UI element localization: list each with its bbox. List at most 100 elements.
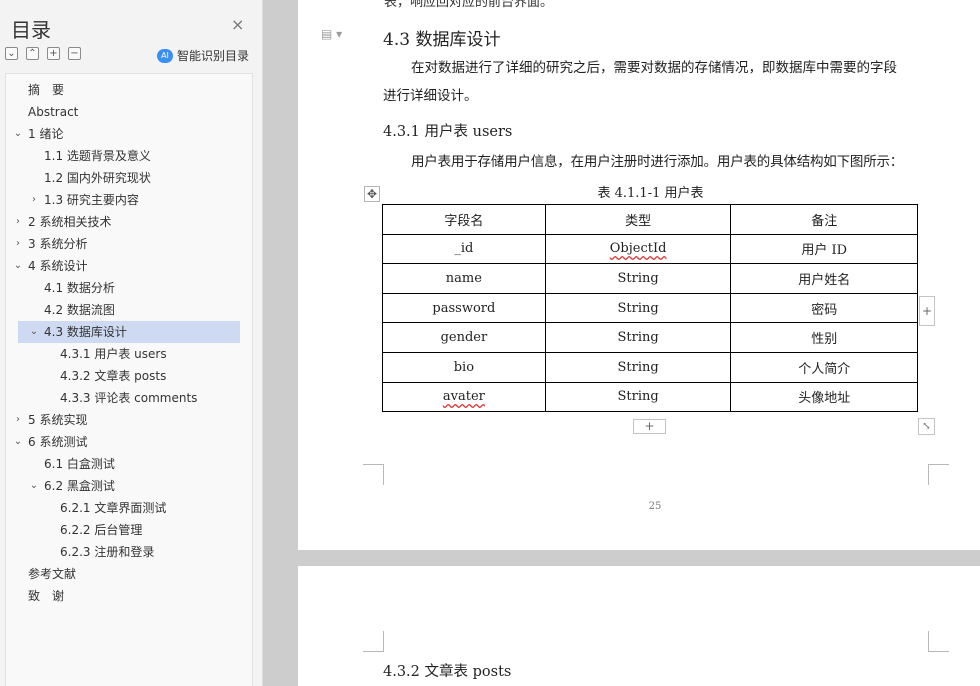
- table-cell[interactable]: 性别: [730, 322, 918, 353]
- table-cell-wrap[interactable]: avater: [382, 381, 546, 413]
- header-field-name[interactable]: 字段名: [382, 204, 546, 235]
- heading-4-3-1: 4.3.1 用户表 users: [383, 124, 513, 140]
- move-icon[interactable]: ✥: [364, 186, 380, 202]
- toc-item-label: 1.3 研究主要内容: [44, 193, 139, 207]
- chevron-down-icon[interactable]: ⌄: [12, 255, 24, 277]
- margin-corner-mark: [928, 631, 949, 652]
- toc-item[interactable]: › 5 系统实现: [16, 409, 240, 431]
- toc-item-label: 6.2.3 注册和登录: [60, 545, 155, 559]
- table-cell[interactable]: 用户 ID: [730, 233, 918, 265]
- toc-item[interactable]: ⌄ 6 系统测试: [14, 431, 240, 453]
- toc-item[interactable]: 6.2.1 文章界面测试: [18, 497, 240, 519]
- toc-item[interactable]: 参考文献: [18, 563, 240, 585]
- toc-item-label: 6.1 白盒测试: [44, 457, 115, 471]
- table-cell-wrap[interactable]: ObjectId: [544, 233, 732, 265]
- toc-title: 目录: [11, 18, 51, 42]
- table-cell[interactable]: 个人简介: [730, 351, 918, 383]
- remove-heading-icon[interactable]: −: [68, 47, 81, 60]
- table-header-row: 字段名 类型 备注: [382, 204, 918, 235]
- toc-item[interactable]: 4.1 数据分析: [18, 277, 240, 299]
- toc-item-label: 致 谢: [28, 589, 65, 603]
- margin-corner-mark: [363, 631, 384, 652]
- header-type[interactable]: 类型: [544, 204, 732, 235]
- table-cell[interactable]: 密码: [730, 292, 918, 324]
- margin-corner-mark: [928, 464, 949, 485]
- toc-item[interactable]: ⌄ 1 绪论: [14, 123, 240, 145]
- doc-menu-icon[interactable]: ▤ ▾: [321, 27, 342, 41]
- toc-item[interactable]: 1.2 国内外研究现状: [18, 167, 240, 189]
- page-number: 25: [648, 501, 662, 512]
- table-cell[interactable]: _id: [382, 233, 546, 265]
- expand-all-icon[interactable]: ⌄: [5, 47, 18, 60]
- toc-item-label: 4.3.2 文章表 posts: [60, 369, 167, 383]
- toc-item[interactable]: Abstract: [18, 101, 240, 123]
- table-cell[interactable]: 用户姓名: [730, 263, 918, 294]
- body-text-cut: 表，响应回对应的前台界面。: [384, 0, 554, 10]
- chevron-right-icon[interactable]: ›: [12, 233, 24, 255]
- toc-item[interactable]: ⌄ 6.2 黑盒测试: [18, 475, 240, 497]
- table-cell[interactable]: name: [382, 263, 546, 294]
- header-remark[interactable]: 备注: [730, 204, 918, 235]
- table-row: _id ObjectId 用户 ID: [382, 233, 918, 265]
- table-cell[interactable]: String: [544, 292, 732, 324]
- toc-item[interactable]: ⌄ 4 系统设计: [14, 255, 240, 277]
- table-cell[interactable]: gender: [382, 322, 546, 353]
- toc-item[interactable]: 4.2 数据流图: [18, 299, 240, 321]
- table-cell[interactable]: password: [382, 292, 546, 324]
- toc-item[interactable]: 1.1 选题背景及意义: [18, 145, 240, 167]
- toc-item[interactable]: 6.1 白盒测试: [18, 453, 240, 475]
- toc-item[interactable]: 4.3.2 文章表 posts: [18, 365, 240, 387]
- toc-item[interactable]: › 3 系统分析: [16, 233, 240, 255]
- toc-item-label: 1.1 选题背景及意义: [44, 149, 151, 163]
- toc-item[interactable]: 致 谢: [18, 585, 240, 607]
- toc-item-label: 2 系统相关技术: [28, 215, 112, 229]
- toc-item-label: 6 系统测试: [28, 435, 88, 449]
- collapse-all-icon[interactable]: ⌃: [26, 47, 39, 60]
- ai-icon: AI: [157, 48, 173, 63]
- heading-4-3-2: 4.3.2 文章表 posts: [383, 664, 512, 680]
- table-row: name String 用户姓名: [382, 263, 918, 294]
- chevron-down-icon[interactable]: ⌄: [28, 475, 40, 497]
- add-heading-icon[interactable]: +: [47, 47, 60, 60]
- paragraph-4-3-line2: 进行详细设计。: [383, 88, 478, 104]
- toc-item[interactable]: › 1.3 研究主要内容: [18, 189, 240, 211]
- toc-item-label: 4.3 数据库设计: [44, 325, 127, 339]
- resize-table-icon[interactable]: ⤡: [918, 418, 935, 435]
- toc-sidebar: 目录 × ⌄ ⌃ + − AI 智能识别目录 摘 要 Abstract ⌄ 1 绪论 1…: [0, 0, 263, 686]
- toc-item-label: 1 绪论: [28, 127, 64, 141]
- smart-toc-button[interactable]: AI 智能识别目录: [157, 47, 249, 64]
- chevron-down-icon[interactable]: ⌄: [28, 321, 40, 343]
- toc-item[interactable]: › 2 系统相关技术: [16, 211, 240, 233]
- table-cell[interactable]: bio: [382, 351, 546, 383]
- toc-item-label: 5 系统实现: [28, 413, 88, 427]
- close-icon[interactable]: ×: [231, 17, 244, 33]
- users-table[interactable]: 字段名 类型 备注 _id ObjectId 用户 ID name String…: [382, 204, 918, 413]
- add-row-button[interactable]: +: [633, 419, 666, 434]
- toc-item-label: Abstract: [28, 105, 79, 119]
- toc-item[interactable]: 摘 要: [18, 79, 240, 101]
- chevron-right-icon[interactable]: ›: [12, 211, 24, 233]
- toc-item-label: 4.3.1 用户表 users: [60, 347, 167, 361]
- chevron-right-icon[interactable]: ›: [28, 189, 40, 211]
- smart-toc-label: 智能识别目录: [177, 49, 250, 63]
- table-cell[interactable]: String: [544, 322, 732, 353]
- chevron-down-icon[interactable]: ⌄: [12, 123, 24, 145]
- table-cell[interactable]: 头像地址: [730, 381, 918, 413]
- chevron-right-icon[interactable]: ›: [12, 409, 24, 431]
- toc-item[interactable]: 4.3.3 评论表 comments: [18, 387, 240, 409]
- toc-item-label: 3 系统分析: [28, 237, 88, 251]
- toc-item[interactable]: 6.2.3 注册和登录: [18, 541, 240, 563]
- toc-item[interactable]: 6.2.2 后台管理: [18, 519, 240, 541]
- toc-item-label: 4.3.3 评论表 comments: [60, 391, 198, 405]
- toc-item[interactable]: 4.3.1 用户表 users: [18, 343, 240, 365]
- toc-item-label: 1.2 国内外研究现状: [44, 171, 151, 185]
- toc-item-label: 摘 要: [28, 83, 65, 97]
- table-row: avater String 头像地址: [382, 381, 918, 413]
- table-cell: avater: [442, 389, 485, 405]
- chevron-down-icon[interactable]: ⌄: [12, 431, 24, 453]
- add-column-button[interactable]: +: [919, 296, 935, 326]
- toc-item[interactable]: ⌄ 4.3 数据库设计: [18, 321, 240, 343]
- table-cell[interactable]: String: [544, 263, 732, 294]
- table-cell[interactable]: String: [544, 351, 732, 383]
- table-cell[interactable]: String: [544, 381, 732, 413]
